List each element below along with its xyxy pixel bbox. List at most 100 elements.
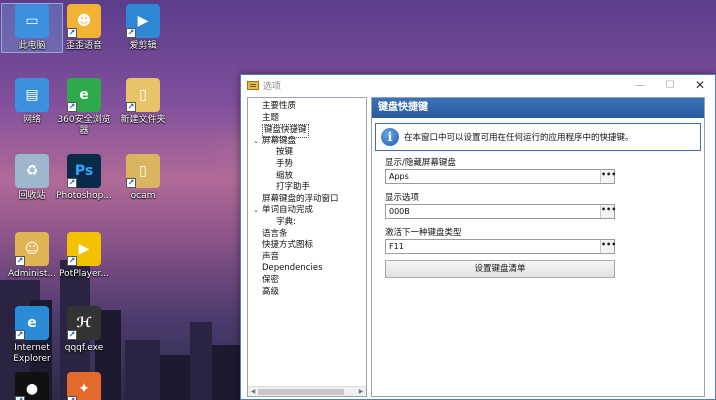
field-value: 000B <box>389 207 410 216</box>
desktop-shortcut[interactable]: e ↗ Internet Explorer <box>2 306 62 365</box>
scroll-left-icon[interactable]: ◀ <box>248 387 258 396</box>
ellipsis-button[interactable]: ••• <box>600 240 616 253</box>
desktop-shortcut[interactable]: ▭ 此电脑 <box>1 3 63 53</box>
ellipsis-button[interactable]: ••• <box>600 170 616 183</box>
internet-explorer-icon: e ↗ <box>15 306 49 340</box>
tree-item-label: 屏幕键盘的浮动窗口 <box>262 193 339 204</box>
tree-item[interactable]: 主题 <box>248 113 366 125</box>
info-text: 在本窗口中可以设置可用在任何运行的应用程序中的快捷键。 <box>404 133 634 143</box>
close-button[interactable]: ✕ <box>685 75 715 95</box>
shortcut-arrow-icon: ↗ <box>67 102 77 112</box>
chevron-down-icon[interactable]: ⌄ <box>252 136 260 148</box>
options-dialog: 选项 — ☐ ✕ 主要性质 主题 键盘快捷键 ⌄ 屏幕键盘 按键 手势 缩放 打字助手 屏幕键盘的… <box>240 74 716 400</box>
scroll-right-icon[interactable]: ▶ <box>356 387 366 396</box>
shortcut-arrow-icon: ↗ <box>67 178 77 188</box>
tree-item[interactable]: ⌄ 单词自动完成 <box>248 205 366 217</box>
desktop-shortcut[interactable]: ▶ ↗ 爱剪辑 <box>113 4 173 52</box>
tree-horizontal-scrollbar[interactable]: ◀ ▶ <box>248 386 366 396</box>
window-titlebar[interactable]: 选项 — ☐ ✕ <box>241 75 715 95</box>
shortcut-arrow-icon: ↗ <box>15 256 25 266</box>
tree-item-label: 按键 <box>276 147 294 158</box>
shortcut-arrow-icon: ↗ <box>67 256 77 266</box>
settings-panel: 键盘快捷键 i 在本窗口中可以设置可用在任何运行的应用程序中的快捷键。 显示/隐… <box>371 97 705 397</box>
desktop-shortcut[interactable]: ✦↗ <box>54 372 114 400</box>
tree-item[interactable]: 快捷方式图标 <box>248 240 366 252</box>
field-value: F11 <box>389 242 404 251</box>
tree-item[interactable]: 缩放 <box>248 171 366 183</box>
tree-item-label: 快捷方式图标 <box>262 240 314 251</box>
desktop-shortcut-label: qqqf.exe <box>64 343 104 353</box>
ellipsis-button[interactable]: ••• <box>600 205 616 218</box>
desktop-shortcut[interactable]: ●↗ <box>2 372 62 400</box>
desktop-shortcut[interactable]: ♻ 回收站 <box>2 154 62 202</box>
desktop-shortcut[interactable]: ▶ ↗ PotPlayer... <box>54 232 114 280</box>
scrollbar-thumb[interactable] <box>258 389 344 395</box>
shortcut-arrow-icon: ↗ <box>126 28 136 38</box>
tree-item[interactable]: 屏幕键盘的浮动窗口 <box>248 194 366 206</box>
desktop-shortcut[interactable]: ℋ ↗ qqqf.exe <box>54 306 114 354</box>
desktop-shortcut-label: Photoshop... <box>56 191 112 201</box>
desktop-shortcut-label: 回收站 <box>18 191 46 201</box>
keyboard-app-icon <box>247 80 259 90</box>
maximize-button[interactable]: ☐ <box>655 75 685 95</box>
shortcut-arrow-icon: ↗ <box>15 396 25 400</box>
tree-item[interactable]: 打字助手 <box>248 182 366 194</box>
shortcut-arrow-icon: ↗ <box>67 28 77 38</box>
recycle-bin-icon: ♻ <box>15 154 49 188</box>
desktop-shortcut-label: Internet Explorer <box>13 343 51 364</box>
tree-item[interactable]: 手势 <box>248 159 366 171</box>
panel-title: 键盘快捷键 <box>372 98 704 118</box>
desktop-shortcut-label: 此电脑 <box>18 41 46 51</box>
tree-item-label: Dependencies <box>262 263 323 274</box>
chevron-down-icon[interactable]: ⌄ <box>252 205 260 217</box>
tree-item[interactable]: 声音 <box>248 252 366 264</box>
tree-item[interactable]: 高级 <box>248 287 366 299</box>
game-icon: ✦↗ <box>67 372 101 400</box>
folder-icon: ▯ ↗ <box>126 78 160 112</box>
tree-item[interactable]: 键盘快捷键 <box>248 124 366 138</box>
desktop-shortcut[interactable]: Ps ↗ Photoshop... <box>54 154 114 202</box>
potplayer-icon: ▶ ↗ <box>67 232 101 266</box>
tree-item[interactable]: 保密 <box>248 275 366 287</box>
ocam-icon: ▯ ↗ <box>126 154 160 188</box>
desktop-shortcut-label: 网络 <box>22 115 41 125</box>
tree-item-label: 语言条 <box>262 228 288 239</box>
desktop-shortcut[interactable]: ▤ 网络 <box>2 78 62 126</box>
info-icon: i <box>381 128 399 146</box>
desktop-shortcut[interactable]: ☻ ↗ 歪歪语音 <box>54 4 114 52</box>
display-options-hotkey-field[interactable]: 000B ••• <box>385 204 616 219</box>
options-tree[interactable]: 主要性质主题 键盘快捷键 ⌄ 屏幕键盘 按键 手势缩放 打字助手 屏幕键盘的浮动窗口 ⌄ 单词自动… <box>247 97 367 397</box>
user-folder-icon: ☺ ↗ <box>15 232 49 266</box>
tree-item-label: 保密 <box>262 274 280 285</box>
360-browser-icon: e ↗ <box>67 78 101 112</box>
shortcut-arrow-icon: ↗ <box>126 102 136 112</box>
tree-item-label: 手势 <box>276 158 294 169</box>
desktop-shortcut-label: 新建文件夹 <box>120 115 166 125</box>
tree-item-label: 主要性质 <box>262 101 297 111</box>
set-keyboard-list-button[interactable]: 设置键盘清单 <box>385 260 615 278</box>
info-box: i 在本窗口中可以设置可用在任何运行的应用程序中的快捷键。 <box>375 123 701 151</box>
shortcut-arrow-icon: ↗ <box>67 330 77 340</box>
minimize-button[interactable]: — <box>625 75 655 95</box>
tree-item-label: 高级 <box>262 286 280 297</box>
desktop-shortcut-label: 360安全浏览器 <box>57 115 111 136</box>
desktop-shortcut[interactable]: ▯ ↗ ocam <box>113 154 173 202</box>
tree-item[interactable]: ⌄ 屏幕键盘 <box>248 136 366 148</box>
desktop-shortcut[interactable]: ☺ ↗ Administ... <box>2 232 62 280</box>
tree-item[interactable]: 主要性质 <box>248 101 366 113</box>
window-title: 选项 <box>263 81 282 92</box>
tree-item[interactable]: 按键 <box>248 147 366 159</box>
desktop-shortcut[interactable]: ▯ ↗ 新建文件夹 <box>113 78 173 126</box>
exe-app-icon: ℋ ↗ <box>67 306 101 340</box>
desktop-shortcut-label: Administ... <box>8 269 56 279</box>
tree-item[interactable]: 字典: <box>248 217 366 229</box>
field-label-next-keyboard-type: 激活下一种键盘类型 <box>385 228 462 238</box>
tree-item[interactable]: 语言条 <box>248 229 366 241</box>
field-value: Apps <box>389 172 409 181</box>
tree-item-label: 打字助手 <box>276 182 311 193</box>
desktop-shortcut[interactable]: e ↗ 360安全浏览器 <box>54 78 114 137</box>
toggle-keyboard-hotkey-field[interactable]: Apps ••• <box>385 169 616 184</box>
next-keyboard-type-hotkey-field[interactable]: F11 ••• <box>385 239 616 254</box>
tree-item[interactable]: Dependencies <box>248 263 366 275</box>
network-icon: ▤ <box>15 78 49 112</box>
